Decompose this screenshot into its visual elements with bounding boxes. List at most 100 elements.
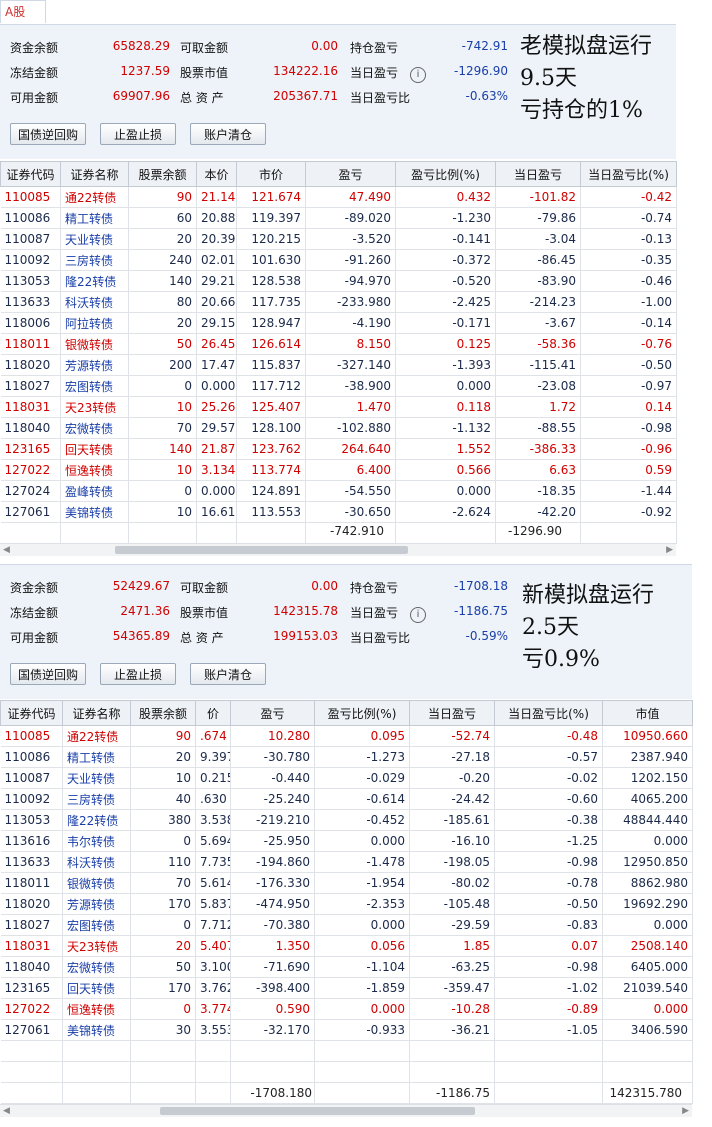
scroll-right-icon[interactable]: ▶ (666, 544, 673, 556)
table-row[interactable]: 110087天业转债2020.391120.215-3.520-0.141-3.… (0, 228, 677, 250)
table-cell: 80 (128, 291, 197, 313)
table-row[interactable]: 127061美锦转债303.553-32.170-0.933-36.21-1.0… (0, 1019, 693, 1041)
table-cell: 0.59 (580, 459, 677, 481)
info-icon[interactable]: i (410, 67, 426, 83)
table-row[interactable]: 118020芳源转债20017.473115.837-327.140-1.393… (0, 354, 677, 376)
empty-row (0, 1082, 693, 1104)
table-row[interactable]: 118027 宏图转债 0 0.000 117.712 -38.900 0.000 -23.0… (0, 375, 677, 397)
scroll-left-icon[interactable]: ◀ (3, 1105, 10, 1117)
scroll-thumb-2[interactable] (160, 1107, 475, 1115)
table-cell: -3.04 (495, 228, 581, 250)
table-row[interactable]: 118031天23转债1025.260125.4071.4700.1181.72… (0, 396, 677, 418)
table-row[interactable]: 127061美锦转债1016.618113.553-30.650-2.624-4… (0, 501, 677, 523)
column-header[interactable]: 价 (195, 700, 231, 726)
table-cell: -0.89 (494, 998, 603, 1020)
horizontal-scrollbar-1[interactable]: ◀ ▶ (0, 543, 676, 556)
table-cell: 128.100 (236, 417, 306, 439)
table-cell: 10 (128, 501, 197, 523)
reverse-repo-button[interactable]: 国债逆回购 (10, 663, 86, 685)
table-row[interactable]: 118031天23转债205.4071.3500.0561.850.072508… (0, 935, 693, 957)
position-pnl-value: -1708.18 (454, 579, 508, 593)
table-row[interactable]: 118011银微转债705.614-176.330-1.954-80.02-0.… (0, 872, 693, 894)
table-cell: 1.350 (230, 935, 315, 957)
take-profit-stop-loss-button[interactable]: 止盈止损 (100, 123, 176, 145)
table-row[interactable]: 118006阿拉转债2029.157128.947-4.190-0.171-3.… (0, 312, 677, 334)
table-row[interactable]: 113053隆22转债14029.216128.538-94.970-0.520… (0, 270, 677, 292)
table-cell: 芳源转债 (60, 354, 129, 376)
table-cell: -359.47 (409, 977, 495, 999)
column-header[interactable]: 盈亏 (230, 700, 315, 726)
table-row[interactable]: 123165回天转债1703.762-398.400-1.859-359.47-… (0, 977, 693, 999)
table-row[interactable]: 113633科沃转债1107.735-194.860-1.478-198.05-… (0, 851, 693, 873)
table-cell: 110086 (0, 207, 61, 229)
column-header[interactable]: 盈亏 (305, 161, 396, 187)
column-header[interactable]: 当日盈亏 (409, 700, 495, 726)
table-cell: 30 (130, 1019, 196, 1041)
table-row[interactable]: 127024 盈峰转债 0 0.000 124.891 -54.550 0.000 -18.3… (0, 480, 677, 502)
table-cell (195, 1061, 231, 1083)
column-header[interactable]: 市值 (602, 700, 693, 726)
clear-account-button[interactable]: 账户清仓 (190, 663, 266, 685)
column-header[interactable]: 市价 (236, 161, 306, 187)
table-row[interactable]: 113053隆22转债3803.538-219.210-0.452-185.61… (0, 809, 693, 831)
table-row[interactable]: 118040宏微转债503.100-71.690-1.104-63.25-0.9… (0, 956, 693, 978)
info-icon[interactable]: i (410, 607, 426, 623)
column-header[interactable]: 当日盈亏 (495, 161, 581, 187)
table-cell: 芳源转债 (62, 893, 131, 915)
day-pnl-label: 当日盈亏 (350, 66, 399, 80)
table-cell: -10.28 (409, 998, 495, 1020)
column-header[interactable]: 证券名称 (60, 161, 129, 187)
column-header[interactable]: 盈亏比例(%) (314, 700, 410, 726)
table-row[interactable]: 110087天业转债100.215-0.440-0.029-0.20-0.021… (0, 767, 693, 789)
table-row[interactable]: 113616韦尔转债05.694-25.9500.000-16.10-1.250… (0, 830, 693, 852)
column-header[interactable]: 证券名称 (62, 700, 131, 726)
table-cell: 70 (130, 872, 196, 894)
take-profit-stop-loss-button[interactable]: 止盈止损 (100, 663, 176, 685)
scroll-right-icon[interactable]: ▶ (682, 1105, 689, 1117)
table-cell: -1.230 (395, 207, 496, 229)
column-header[interactable]: 当日盈亏比(%) (580, 161, 677, 187)
table-row[interactable]: 118020芳源转债1705.837-474.950-2.353-105.48-… (0, 893, 693, 915)
scroll-thumb-1[interactable] (115, 546, 408, 554)
tab-a-shares[interactable]: A股 (0, 0, 46, 23)
column-header[interactable]: 盈亏比例(%) (395, 161, 496, 187)
table-cell: -0.92 (580, 501, 677, 523)
table-row[interactable]: 127022 恒逸转债 10 3.134 113.774 6.400 0.566 6.63 0.… (0, 459, 677, 481)
table-cell: 29.216 (196, 270, 237, 292)
table-row[interactable]: 123165回天转债14021.872123.762264.6401.552-3… (0, 438, 677, 460)
reverse-repo-button[interactable]: 国债逆回购 (10, 123, 86, 145)
table-cell: -86.45 (495, 249, 581, 271)
horizontal-scrollbar-2[interactable]: ◀ ▶ (0, 1104, 692, 1117)
table-cell: 2508.140 (602, 935, 693, 957)
table-cell (130, 1061, 196, 1083)
table-row[interactable]: 113633科沃转债8020.660117.735-233.980-2.425-… (0, 291, 677, 313)
table-row[interactable]: 110086精工转债209.397-30.780-1.273-27.18-0.5… (0, 746, 693, 768)
column-header[interactable]: 本价 (196, 161, 237, 187)
table-cell: 3.100 (195, 956, 231, 978)
column-header[interactable]: 当日盈亏比(%) (494, 700, 603, 726)
table-row[interactable]: 118011银微转债5026.451126.6148.1500.125-58.3… (0, 333, 677, 355)
day-pnl-ratio-label: 当日盈亏比 (350, 631, 411, 645)
table-row[interactable]: 110086精工转债6020.881119.397-89.020-1.230-7… (0, 207, 677, 229)
column-header[interactable]: 证券代码 (0, 700, 63, 726)
column-header[interactable]: 证券代码 (0, 161, 61, 187)
positions-table-2: 证券代码 证券名称 股票余额价盈亏 盈亏比例(%) 当日盈亏 当日盈亏比(%) 市值 110… (0, 700, 693, 1104)
table-row[interactable]: 110085通22转债9021.146121.67447.4900.432-10… (0, 186, 677, 208)
table-row[interactable]: 110092 三房转债 40.630 -25.240 -0.614 -24.42 -0.60… (0, 788, 693, 810)
table-row[interactable]: 127022恒逸转债03.7740.5900.000-10.28-0.890.0… (0, 998, 693, 1020)
frozen-value: 1237.59 (120, 64, 170, 78)
table-row[interactable]: 110092三房转债24002.010101.630-91.260-0.372-… (0, 249, 677, 271)
column-header[interactable]: 股票余额 (130, 700, 196, 726)
table-cell: 19692.290 (602, 893, 693, 915)
column-header[interactable]: 股票余额 (128, 161, 197, 187)
table-cell: 118020 (0, 893, 63, 915)
total-day-pnl-1: -1296.90 (508, 524, 562, 538)
scroll-left-icon[interactable]: ◀ (3, 544, 10, 556)
table-row[interactable]: 118040宏微转债7029.570128.100-102.880-1.132-… (0, 417, 677, 439)
table-cell: 25.260 (196, 396, 237, 418)
table-row[interactable]: 118027宏图转债07.712-70.3800.000-29.59-0.830… (0, 914, 693, 936)
table-cell: 128.538 (236, 270, 306, 292)
clear-account-button[interactable]: 账户清仓 (190, 123, 266, 145)
stock-value-label: 股票市值 (180, 66, 229, 80)
table-row[interactable]: 110085 通22转债 90.674 10.280 0.095 -52.74 -0.48 1… (0, 725, 693, 747)
